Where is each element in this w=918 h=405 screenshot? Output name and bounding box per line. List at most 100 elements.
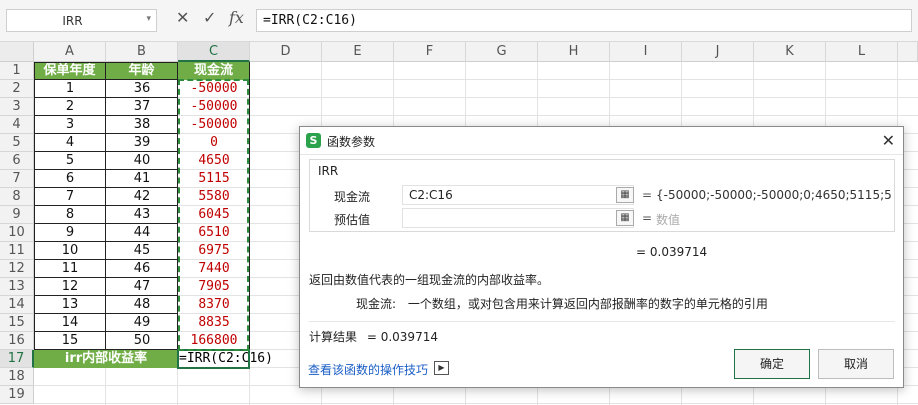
table-cell[interactable]: 7440 [178,260,250,278]
header-cell[interactable]: 年龄 [106,62,178,80]
confirm-icon[interactable]: ✓ [203,8,216,27]
table-cell[interactable]: 42 [106,188,178,206]
table-cell[interactable]: 36 [106,80,178,98]
table-cell[interactable]: 7 [34,188,106,206]
table-cell[interactable]: 37 [106,98,178,116]
column-header-i[interactable]: I [610,42,682,62]
table-cell[interactable]: 10 [34,242,106,260]
column-header-h[interactable]: H [538,42,610,62]
table-cell[interactable]: 1 [34,80,106,98]
row-header-14[interactable]: 14 [0,296,34,314]
row-header-18[interactable]: 18 [0,368,34,386]
table-cell[interactable]: 5115 [178,170,250,188]
range-select-icon[interactable]: ▦ [616,187,634,203]
irr-label-cell[interactable]: irr内部收益率 [34,350,178,368]
name-box[interactable]: IRR ▾ [6,9,157,32]
table-cell[interactable]: 15 [34,332,106,350]
table-cell[interactable]: -50000 [178,80,250,98]
row-header-15[interactable]: 15 [0,314,34,332]
table-cell[interactable]: 48 [106,296,178,314]
column-header-j[interactable]: J [682,42,754,62]
table-cell[interactable]: 43 [106,206,178,224]
row-header-13[interactable]: 13 [0,278,34,296]
table-cell[interactable]: 40 [106,152,178,170]
close-icon[interactable]: ✕ [882,131,895,150]
header-cell[interactable]: 现金流 [178,62,250,80]
cancel-button[interactable]: 取消 [818,349,894,379]
table-cell[interactable]: -50000 [178,98,250,116]
table-cell[interactable]: 47 [106,278,178,296]
column-header-m[interactable] [898,42,918,62]
table-cell[interactable]: 44 [106,224,178,242]
table-cell[interactable]: 7905 [178,278,250,296]
column-header-d[interactable]: D [250,42,322,62]
column-header-e[interactable]: E [322,42,394,62]
name-box-dropdown-icon[interactable]: ▾ [146,14,151,24]
cancel-icon[interactable]: ✕ [176,8,189,27]
formula-input[interactable]: =IRR(C2:C16) [256,9,912,32]
row-header-3[interactable]: 3 [0,98,34,116]
row-header-8[interactable]: 8 [0,188,34,206]
column-header-l[interactable]: L [826,42,898,62]
table-cell[interactable]: -50000 [178,116,250,134]
table-cell[interactable]: 45 [106,242,178,260]
table-cell[interactable]: 41 [106,170,178,188]
table-cell[interactable]: 8835 [178,314,250,332]
help-link[interactable]: 查看该函数的操作技巧 [308,361,428,378]
table-cell[interactable]: 39 [106,134,178,152]
row-header-11[interactable]: 11 [0,242,34,260]
ok-button[interactable]: 确定 [734,349,810,379]
fx-icon[interactable]: fx [229,8,244,27]
arg1-input[interactable]: C2:C16 [402,185,634,205]
table-cell[interactable]: 14 [34,314,106,332]
row-header-5[interactable]: 5 [0,134,34,152]
column-header-b[interactable]: B [106,42,178,62]
table-cell[interactable]: 4 [34,134,106,152]
row-header-16[interactable]: 16 [0,332,34,350]
arg2-input[interactable] [402,208,634,228]
table-cell[interactable]: 2 [34,98,106,116]
header-cell[interactable]: 保单年度 [34,62,106,80]
table-cell[interactable]: 50 [106,332,178,350]
table-cell[interactable]: 38 [106,116,178,134]
select-all-corner[interactable] [0,42,34,62]
column-header-c[interactable]: C [178,42,250,62]
row-header-10[interactable]: 10 [0,224,34,242]
column-header-g[interactable]: G [466,42,538,62]
table-cell[interactable]: 11 [34,260,106,278]
row-header-1[interactable]: 1 [0,62,34,80]
table-cell[interactable]: 8 [34,206,106,224]
table-cell[interactable]: 5580 [178,188,250,206]
row-header-19[interactable]: 19 [0,386,34,404]
table-border [106,169,178,170]
table-cell[interactable]: 8370 [178,296,250,314]
table-cell[interactable]: 6045 [178,206,250,224]
table-cell[interactable]: 0 [178,134,250,152]
row-header-6[interactable]: 6 [0,152,34,170]
table-cell[interactable]: 4650 [178,152,250,170]
table-cell[interactable]: 166800 [178,332,250,350]
table-cell[interactable]: 46 [106,260,178,278]
row-header-7[interactable]: 7 [0,170,34,188]
column-header-a[interactable]: A [34,42,106,62]
play-video-icon[interactable]: ▶ [434,361,449,375]
column-header-k[interactable]: K [754,42,826,62]
function-description: 返回由数值代表的一组现金流的内部收益率。 [309,273,550,287]
column-header-f[interactable]: F [394,42,466,62]
table-cell[interactable]: 3 [34,116,106,134]
table-cell[interactable]: 6510 [178,224,250,242]
table-cell[interactable]: 49 [106,314,178,332]
row-header-2[interactable]: 2 [0,80,34,98]
table-cell[interactable]: 13 [34,296,106,314]
table-cell[interactable]: 6975 [178,242,250,260]
row-header-12[interactable]: 12 [0,260,34,278]
table-cell[interactable]: 6 [34,170,106,188]
range-select-icon[interactable]: ▦ [616,210,634,226]
row-header-4[interactable]: 4 [0,116,34,134]
row-header-9[interactable]: 9 [0,206,34,224]
dialog-titlebar[interactable]: S 函数参数 ✕ [300,127,903,155]
table-cell[interactable]: 12 [34,278,106,296]
table-cell[interactable]: 9 [34,224,106,242]
row-header-17[interactable]: 17 [0,350,34,368]
table-cell[interactable]: 5 [34,152,106,170]
